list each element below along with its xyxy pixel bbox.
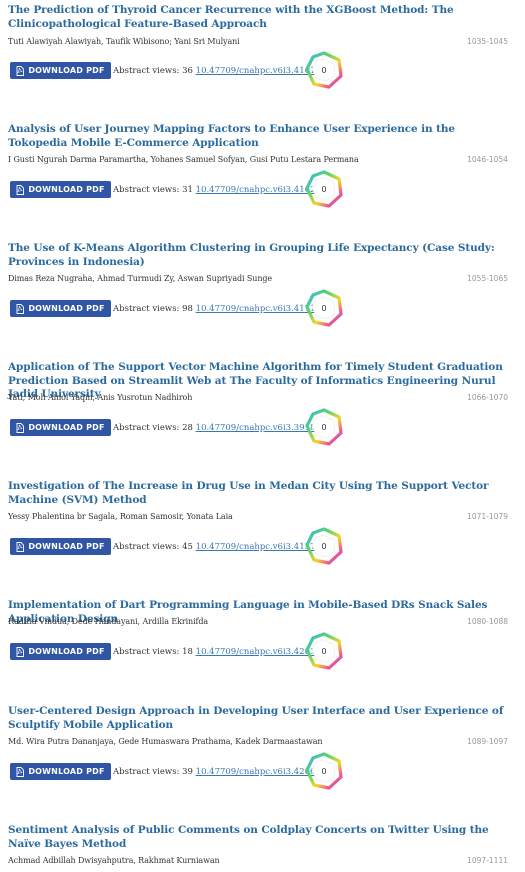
article-pages: 1055-1065 xyxy=(467,274,508,283)
download-pdf-button[interactable]: DOWNLOAD PDF xyxy=(10,419,111,436)
pdf-file-icon xyxy=(16,646,25,657)
article-authors: I Gusti Ngurah Darma Paramartha, Yohanes… xyxy=(8,155,359,164)
abstract-views-label: Abstract views: xyxy=(113,423,180,433)
citation-badge-icon: 0 xyxy=(305,527,343,565)
article-authors: Dimas Reza Nugraha, Ahmad Turmudi Zy, As… xyxy=(8,274,273,283)
abstract-views: Abstract views: 39 10.47709/cnahpc.v6i3.… xyxy=(113,767,315,777)
citation-badge-icon: 0 xyxy=(305,752,343,790)
article-pages: 1035-1045 xyxy=(467,37,508,46)
abstract-views-label: Abstract views: xyxy=(113,542,180,552)
pdf-file-icon xyxy=(16,65,25,76)
article-authors: Raditia Vindua, Dede Handayani, Ardilla … xyxy=(8,617,209,626)
abstract-views: Abstract views: 31 10.47709/cnahpc.v6i3.… xyxy=(113,185,315,195)
doi-link[interactable]: 10.47709/cnahpc.v6i3.3918 xyxy=(196,423,316,433)
article-title-link[interactable]: Investigation of The Increase in Drug Us… xyxy=(8,480,508,507)
citation-count: 0 xyxy=(321,66,326,75)
citation-count: 0 xyxy=(321,304,326,313)
citation-badge-icon: 0 xyxy=(305,632,343,670)
citation-count: 0 xyxy=(321,423,326,432)
citation-badge[interactable]: 0 xyxy=(304,169,344,209)
abstract-views: Abstract views: 18 10.47709/cnahpc.v6i3.… xyxy=(113,647,315,657)
doi-link[interactable]: 10.47709/cnahpc.v6i3.4203 xyxy=(196,647,316,657)
doi-link[interactable]: 10.47709/cnahpc.v6i3.4171 xyxy=(196,304,316,314)
article-title-link[interactable]: The Prediction of Thyroid Cancer Recurre… xyxy=(8,4,508,31)
abstract-views-count: 39 xyxy=(182,767,193,777)
abstract-views-label: Abstract views: xyxy=(113,185,180,195)
article-pages: 1071-1079 xyxy=(467,512,508,521)
citation-badge[interactable]: 0 xyxy=(304,407,344,447)
article-title-link[interactable]: User-Centered Design Approach in Develop… xyxy=(8,705,508,732)
pdf-file-icon xyxy=(16,422,25,433)
pdf-file-icon xyxy=(16,766,25,777)
abstract-views-label: Abstract views: xyxy=(113,66,180,76)
article-pages: 1080-1088 xyxy=(467,617,508,626)
download-pdf-button[interactable]: DOWNLOAD PDF xyxy=(10,643,111,660)
abstract-views: Abstract views: 98 10.47709/cnahpc.v6i3.… xyxy=(113,304,315,314)
download-pdf-label: DOWNLOAD PDF xyxy=(28,185,105,194)
download-pdf-button[interactable]: DOWNLOAD PDF xyxy=(10,538,111,555)
doi-link[interactable]: 10.47709/cnahpc.v6i3.4101 xyxy=(196,66,316,76)
article-authors: Md. Wira Putra Dananjaya, Gede Humaswara… xyxy=(8,737,323,746)
article-authors: Yati, Moh Ainol Yaqin, Anis Yusrotun Nad… xyxy=(8,393,193,402)
article-authors: Yessy Phalentina br Sagala, Roman Samosi… xyxy=(8,512,233,521)
abstract-views-label: Abstract views: xyxy=(113,647,180,657)
article-title-link[interactable]: Analysis of User Journey Mapping Factors… xyxy=(8,123,508,150)
article-pages: 1097-1111 xyxy=(467,856,508,865)
download-pdf-label: DOWNLOAD PDF xyxy=(28,542,105,551)
citation-badge-icon: 0 xyxy=(305,51,343,89)
pdf-file-icon xyxy=(16,303,25,314)
article-pages: 1046-1054 xyxy=(467,155,508,164)
doi-link[interactable]: 10.47709/cnahpc.v6i3.4162 xyxy=(196,185,316,195)
abstract-views: Abstract views: 28 10.47709/cnahpc.v6i3.… xyxy=(113,423,315,433)
abstract-views-count: 18 xyxy=(182,647,193,657)
article-authors: Achmad Adbillah Dwisyahputra, Rakhmat Ku… xyxy=(8,856,220,865)
citation-badge-icon: 0 xyxy=(305,170,343,208)
download-pdf-button[interactable]: DOWNLOAD PDF xyxy=(10,181,111,198)
citation-count: 0 xyxy=(321,185,326,194)
download-pdf-button[interactable]: DOWNLOAD PDF xyxy=(10,300,111,317)
download-pdf-button[interactable]: DOWNLOAD PDF xyxy=(10,763,111,780)
download-pdf-label: DOWNLOAD PDF xyxy=(28,66,105,75)
citation-badge[interactable]: 0 xyxy=(304,50,344,90)
abstract-views: Abstract views: 45 10.47709/cnahpc.v6i3.… xyxy=(113,542,315,552)
download-pdf-label: DOWNLOAD PDF xyxy=(28,767,105,776)
article-pages: 1066-1070 xyxy=(467,393,508,402)
download-pdf-label: DOWNLOAD PDF xyxy=(28,647,105,656)
citation-count: 0 xyxy=(321,767,326,776)
citation-count: 0 xyxy=(321,542,326,551)
pdf-file-icon xyxy=(16,184,25,195)
abstract-views-count: 28 xyxy=(182,423,193,433)
citation-badge-icon: 0 xyxy=(305,289,343,327)
download-pdf-button[interactable]: DOWNLOAD PDF xyxy=(10,62,111,79)
article-list: The Prediction of Thyroid Cancer Recurre… xyxy=(0,0,525,872)
article-authors: Tuti Alawiyah Alawiyah, Taufik Wibisono;… xyxy=(8,37,240,46)
doi-link[interactable]: 10.47709/cnahpc.v6i3.4206 xyxy=(196,767,316,777)
pdf-file-icon xyxy=(16,541,25,552)
citation-count: 0 xyxy=(321,647,326,656)
abstract-views: Abstract views: 36 10.47709/cnahpc.v6i3.… xyxy=(113,66,315,76)
citation-badge-icon: 0 xyxy=(305,408,343,446)
article-pages: 1089-1097 xyxy=(467,737,508,746)
doi-link[interactable]: 10.47709/cnahpc.v6i3.4137 xyxy=(196,542,316,552)
abstract-views-count: 31 xyxy=(182,185,193,195)
abstract-views-count: 98 xyxy=(182,304,193,314)
article-title-link[interactable]: Sentiment Analysis of Public Comments on… xyxy=(8,824,508,851)
citation-badge[interactable]: 0 xyxy=(304,288,344,328)
citation-badge[interactable]: 0 xyxy=(304,751,344,791)
download-pdf-label: DOWNLOAD PDF xyxy=(28,423,105,432)
abstract-views-label: Abstract views: xyxy=(113,767,180,777)
abstract-views-count: 45 xyxy=(182,542,193,552)
abstract-views-count: 36 xyxy=(182,66,193,76)
citation-badge[interactable]: 0 xyxy=(304,526,344,566)
citation-badge[interactable]: 0 xyxy=(304,631,344,671)
abstract-views-label: Abstract views: xyxy=(113,304,180,314)
download-pdf-label: DOWNLOAD PDF xyxy=(28,304,105,313)
article-title-link[interactable]: The Use of K-Means Algorithm Clustering … xyxy=(8,242,508,269)
